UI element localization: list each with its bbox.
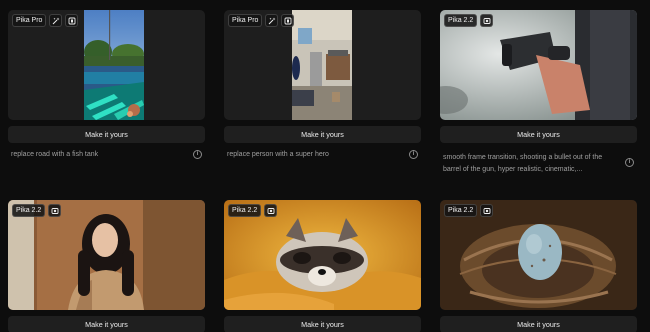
info-icon[interactable]: i — [193, 150, 202, 159]
badge-group: Pika Pro — [12, 14, 79, 27]
video-thumbnail[interactable]: Pika Pro — [8, 10, 205, 120]
frame-icon[interactable] — [281, 14, 295, 27]
badge-group: Pika 2.2 — [444, 204, 494, 217]
road-fishtank-preview — [84, 10, 144, 120]
video-thumbnail[interactable]: Pika Pro — [224, 10, 421, 120]
model-badge: Pika 2.2 — [444, 14, 478, 27]
make-it-yours-button[interactable]: Make it yours — [440, 126, 637, 143]
image-icon[interactable] — [480, 14, 494, 27]
badge-group: Pika Pro — [228, 14, 295, 27]
magic-wand-icon[interactable] — [265, 14, 279, 27]
frame-icon[interactable] — [65, 14, 79, 27]
video-thumbnail[interactable]: Pika 2.2 — [440, 200, 637, 310]
badge-group: Pika 2.2 — [444, 14, 494, 27]
badge-group: Pika 2.2 — [12, 204, 62, 217]
make-it-yours-button[interactable]: Make it yours — [440, 316, 637, 332]
image-icon[interactable] — [264, 204, 278, 217]
model-badge: Pika 2.2 — [12, 204, 46, 217]
video-thumbnail[interactable]: Pika 2.2 — [440, 10, 637, 120]
prompt-text: replace road with a fish tank — [11, 151, 99, 158]
model-badge: Pika 2.2 — [228, 204, 262, 217]
video-thumbnail[interactable]: Pika 2.2 — [8, 200, 205, 310]
prompt-text: smooth frame transition, shooting a bull… — [443, 154, 603, 173]
make-it-yours-button[interactable]: Make it yours — [8, 126, 205, 143]
video-thumbnail[interactable]: Pika 2.2 — [224, 200, 421, 310]
model-badge: Pika Pro — [228, 14, 263, 27]
make-it-yours-button[interactable]: Make it yours — [224, 316, 421, 332]
image-icon[interactable] — [48, 204, 62, 217]
info-icon[interactable]: i — [409, 150, 418, 159]
badge-group: Pika 2.2 — [228, 204, 278, 217]
prompt-text: replace person with a super hero — [227, 151, 329, 158]
info-icon[interactable]: i — [625, 158, 634, 167]
superhero-room-preview — [292, 10, 352, 120]
make-it-yours-button[interactable]: Make it yours — [224, 126, 421, 143]
model-badge: Pika 2.2 — [444, 204, 478, 217]
model-badge: Pika Pro — [12, 14, 47, 27]
image-icon[interactable] — [480, 204, 494, 217]
make-it-yours-button[interactable]: Make it yours — [8, 316, 205, 332]
magic-wand-icon[interactable] — [49, 14, 63, 27]
